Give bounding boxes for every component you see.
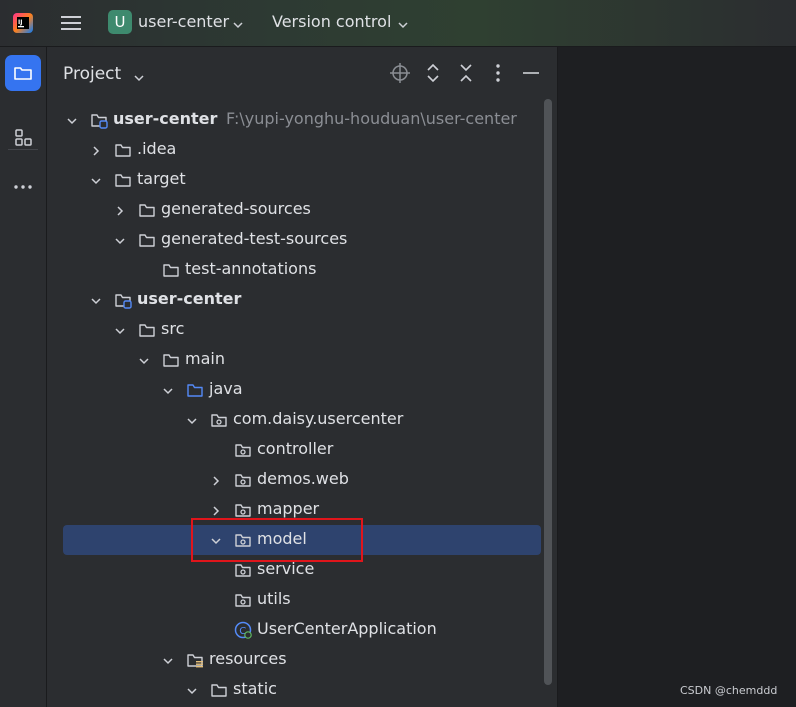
panel-title[interactable]: Project: [63, 64, 121, 84]
folder-icon: [114, 141, 132, 159]
more-horizontal-icon: [14, 185, 32, 189]
folder-icon: [210, 681, 228, 699]
package-icon: [234, 441, 252, 459]
folder-icon: [162, 261, 180, 279]
tree-row[interactable]: test-annotations: [47, 255, 557, 285]
tree-row[interactable]: src: [47, 315, 557, 345]
expanded-arrow-icon[interactable]: [113, 233, 127, 247]
locate-icon[interactable]: [389, 62, 411, 84]
folder-icon: [138, 201, 156, 219]
tree-row[interactable]: main: [47, 345, 557, 375]
source-folder-icon: [186, 381, 204, 399]
main-menu-icon[interactable]: [60, 12, 82, 34]
module-folder-icon: [90, 111, 108, 129]
more-tools-button[interactable]: [5, 169, 41, 205]
tool-window-strip: [0, 47, 47, 707]
tree-item-label: target: [137, 169, 186, 188]
tree-item-label: demos.web: [257, 469, 349, 488]
tree-item-label: com.daisy.usercenter: [233, 409, 404, 428]
minimize-icon[interactable]: [520, 62, 542, 84]
project-panel: Project user-center F:\yupi-yonghu-houdua…: [47, 47, 558, 707]
tree-item-label: java: [209, 379, 243, 398]
expanded-arrow-icon[interactable]: [113, 323, 127, 337]
editor-area: [558, 47, 796, 707]
package-icon: [234, 471, 252, 489]
package-icon: [210, 411, 228, 429]
tree-row[interactable]: user-center F:\yupi-yonghu-houduan\user-c…: [47, 105, 557, 135]
structure-icon: [15, 129, 32, 146]
project-selector[interactable]: user-center: [138, 12, 229, 31]
folder-icon: [138, 321, 156, 339]
module-folder-icon: [114, 291, 132, 309]
collapsed-arrow-icon[interactable]: [89, 143, 103, 157]
tree-row[interactable]: demos.web: [47, 465, 557, 495]
tree-item-label: src: [161, 319, 185, 338]
tree-item-label: test-annotations: [185, 259, 317, 278]
project-tree: user-center F:\yupi-yonghu-houduan\user-c…: [47, 105, 557, 707]
tree-row[interactable]: target: [47, 165, 557, 195]
project-badge[interactable]: U: [108, 10, 132, 34]
tree-scrollbar[interactable]: [544, 99, 552, 685]
tree-item-label: main: [185, 349, 225, 368]
collapsed-arrow-icon[interactable]: [209, 473, 223, 487]
structure-tool-button[interactable]: [5, 119, 41, 155]
tree-row[interactable]: com.daisy.usercenter: [47, 405, 557, 435]
tree-item-label: user-center: [137, 289, 242, 308]
version-control-menu[interactable]: Version control: [272, 12, 391, 31]
package-icon: [234, 591, 252, 609]
spring-boot-class-icon: C: [234, 621, 252, 639]
chevron-down-icon[interactable]: [232, 16, 244, 29]
resources-folder-icon: [186, 651, 204, 669]
tree-row[interactable]: utils: [47, 585, 557, 615]
folder-icon: [138, 231, 156, 249]
tree-item-label: UserCenterApplication: [257, 619, 437, 638]
tree-item-path: F:\yupi-yonghu-houduan\user-center: [226, 109, 517, 128]
intellij-logo-icon[interactable]: IJ: [12, 12, 34, 34]
collapsed-arrow-icon[interactable]: [209, 503, 223, 517]
project-tool-button[interactable]: [5, 55, 41, 91]
tree-item-label: mapper: [257, 499, 320, 518]
tree-row[interactable]: generated-test-sources: [47, 225, 557, 255]
title-bar: IJ U user-center Version control: [0, 0, 796, 47]
expanded-arrow-icon[interactable]: [185, 683, 199, 697]
expand-all-icon[interactable]: [422, 62, 444, 84]
watermark: CSDN @chemddd: [680, 684, 778, 697]
tree-row[interactable]: controller: [47, 435, 557, 465]
tree-item-label: .idea: [137, 139, 177, 158]
tree-row[interactable]: java: [47, 375, 557, 405]
more-options-icon[interactable]: [487, 62, 509, 84]
tree-item-label: generated-sources: [161, 199, 311, 218]
collapse-all-icon[interactable]: [455, 62, 477, 84]
expanded-arrow-icon[interactable]: [65, 113, 79, 127]
expanded-arrow-icon[interactable]: [89, 293, 103, 307]
expanded-arrow-icon[interactable]: [137, 353, 151, 367]
tree-item-label: static: [233, 679, 277, 698]
tree-item-label: resources: [209, 649, 287, 668]
tree-item-label: utils: [257, 589, 291, 608]
tree-row[interactable]: C UserCenterApplication: [47, 615, 557, 645]
expanded-arrow-icon[interactable]: [185, 413, 199, 427]
folder-icon: [14, 67, 32, 80]
collapsed-arrow-icon[interactable]: [113, 203, 127, 217]
expanded-arrow-icon[interactable]: [161, 653, 175, 667]
expanded-arrow-icon[interactable]: [161, 383, 175, 397]
tree-row[interactable]: user-center: [47, 285, 557, 315]
tree-row[interactable]: resources: [47, 645, 557, 675]
tree-row[interactable]: static: [47, 675, 557, 705]
tree-row[interactable]: .idea: [47, 135, 557, 165]
chevron-down-icon[interactable]: [133, 69, 145, 82]
folder-icon: [162, 351, 180, 369]
expanded-arrow-icon[interactable]: [89, 173, 103, 187]
tree-item-label: generated-test-sources: [161, 229, 348, 248]
chevron-down-icon[interactable]: [397, 16, 409, 29]
tree-item-label: controller: [257, 439, 334, 458]
package-icon: [234, 501, 252, 519]
folder-icon: [114, 171, 132, 189]
tree-row[interactable]: generated-sources: [47, 195, 557, 225]
annotation-highlight-box: [191, 518, 363, 562]
package-icon: [234, 561, 252, 579]
svg-text:IJ: IJ: [18, 19, 22, 26]
tree-item-label: user-center: [113, 109, 218, 128]
